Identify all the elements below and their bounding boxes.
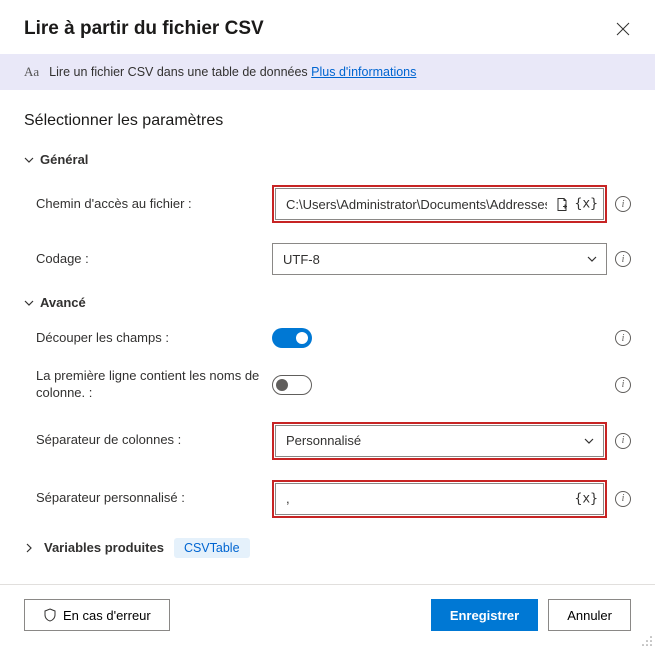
info-icon[interactable]: i	[615, 196, 631, 212]
info-text: Lire un fichier CSV dans une table de do…	[49, 65, 416, 79]
trim-toggle[interactable]	[272, 328, 312, 348]
trim-label: Découper les champs :	[36, 330, 272, 347]
save-button[interactable]: Enregistrer	[431, 599, 538, 631]
info-icon[interactable]: i	[615, 491, 631, 507]
variables-produced[interactable]: Variables produites CSVTable	[24, 538, 631, 558]
file-picker-icon[interactable]	[555, 197, 569, 211]
cancel-button[interactable]: Annuler	[548, 599, 631, 631]
info-bar: Aa Lire un fichier CSV dans une table de…	[0, 54, 655, 90]
file-path-label: Chemin d'accès au fichier :	[36, 196, 272, 213]
variable-icon[interactable]: {x}	[575, 491, 598, 506]
variable-chip[interactable]: CSVTable	[174, 538, 250, 558]
content-area: Sélectionner les paramètres Général Chem…	[0, 90, 655, 558]
column-sep-label: Séparateur de colonnes :	[36, 432, 272, 449]
variables-label: Variables produites	[44, 540, 164, 555]
first-row-toggle[interactable]	[272, 375, 312, 395]
chevron-down-icon	[24, 155, 34, 165]
shield-icon	[43, 608, 57, 622]
custom-sep-label: Séparateur personnalisé :	[36, 490, 272, 507]
column-sep-value: Personnalisé	[286, 433, 361, 448]
close-icon	[616, 22, 630, 36]
section-title: Sélectionner les paramètres	[24, 112, 631, 130]
info-icon[interactable]: i	[615, 377, 631, 393]
group-advanced[interactable]: Avancé	[24, 295, 631, 310]
chevron-right-icon	[24, 543, 34, 553]
first-row-label: La première ligne contient les noms de c…	[36, 368, 272, 402]
info-icon[interactable]: i	[615, 251, 631, 267]
info-icon[interactable]: i	[615, 433, 631, 449]
encoding-label: Codage :	[36, 251, 272, 268]
group-general[interactable]: Général	[24, 152, 631, 167]
text-case-icon: Aa	[24, 64, 39, 80]
encoding-value: UTF-8	[283, 252, 320, 267]
more-info-link[interactable]: Plus d'informations	[311, 65, 416, 79]
on-error-label: En cas d'erreur	[63, 608, 151, 623]
custom-sep-input[interactable]	[275, 483, 604, 515]
dialog-header: Lire à partir du fichier CSV	[0, 0, 655, 54]
resize-grip[interactable]	[641, 635, 653, 647]
chevron-down-icon	[583, 435, 595, 447]
chevron-down-icon	[586, 253, 598, 265]
group-advanced-label: Avancé	[40, 295, 86, 310]
column-sep-select[interactable]: Personnalisé	[275, 425, 604, 457]
encoding-select[interactable]: UTF-8	[272, 243, 607, 275]
group-general-label: Général	[40, 152, 88, 167]
variable-icon[interactable]: {x}	[575, 197, 598, 212]
info-icon[interactable]: i	[615, 330, 631, 346]
close-button[interactable]	[615, 21, 631, 37]
dialog-title: Lire à partir du fichier CSV	[24, 18, 264, 40]
chevron-down-icon	[24, 298, 34, 308]
dialog-footer: En cas d'erreur Enregistrer Annuler	[0, 584, 655, 649]
on-error-button[interactable]: En cas d'erreur	[24, 599, 170, 631]
